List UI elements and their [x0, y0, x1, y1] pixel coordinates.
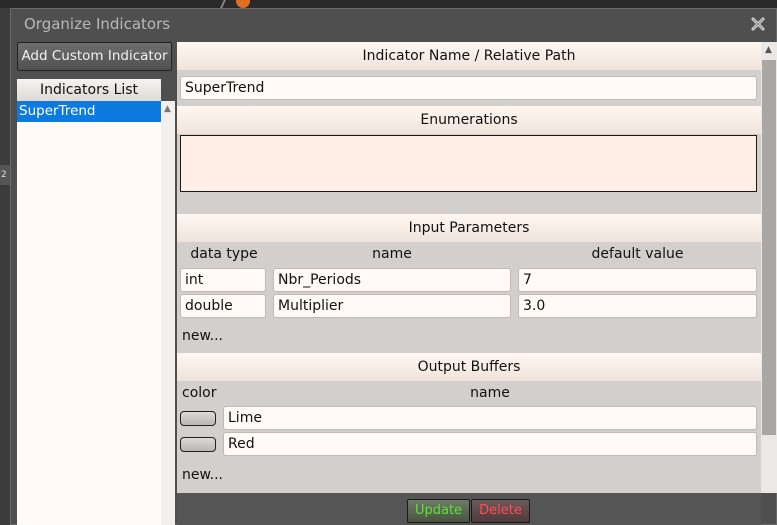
enumerations-header: Enumerations — [177, 106, 761, 134]
delete-button[interactable]: Delete — [471, 499, 530, 523]
param-name-field[interactable]: Nbr_Periods — [273, 268, 511, 292]
param-default-value-field[interactable]: 7 — [518, 268, 757, 292]
indicators-list: SuperTrend — [17, 101, 161, 525]
column-data-type: data type — [190, 246, 258, 262]
add-custom-indicator-button[interactable]: Add Custom Indicator — [17, 42, 172, 71]
column-default-value: default value — [591, 246, 684, 262]
indicators-list-scrollbar[interactable]: ▲ — [161, 101, 175, 525]
input-parameters-header: Input Parameters — [177, 214, 761, 242]
organize-indicators-dialog: Organize Indicators Add Custom Indicator… — [10, 8, 777, 525]
param-default-value-field[interactable]: 3.0 — [518, 294, 757, 318]
background-toolbar-strip — [0, 0, 777, 8]
indicator-name-header: Indicator Name / Relative Path — [177, 42, 761, 70]
indicators-list-header: Indicators List — [17, 79, 161, 101]
indicator-name-field[interactable]: SuperTrend — [180, 76, 757, 100]
buffer-name-field[interactable]: Lime — [223, 406, 757, 430]
param-data-type-field[interactable]: double — [180, 294, 266, 318]
scroll-up-icon[interactable]: ▲ — [765, 45, 772, 55]
editor-scrollbar[interactable]: ▲ — [761, 42, 777, 493]
list-item-supertrend[interactable]: SuperTrend — [17, 101, 161, 122]
dialog-title: Organize Indicators — [24, 15, 171, 33]
scrollbar-thumb[interactable] — [762, 60, 776, 435]
param-name-field[interactable]: Multiplier — [273, 294, 511, 318]
buffer-name-field[interactable]: Red — [223, 432, 757, 456]
column-buffer-name: name — [470, 385, 510, 401]
buffer-color-swatch[interactable] — [180, 411, 216, 426]
param-data-type-field[interactable]: int — [180, 268, 266, 292]
dialog-footer: Update Delete — [177, 493, 761, 525]
indicator-editor-panel: Indicator Name / Relative Path SuperTren… — [177, 42, 761, 493]
enumerations-field[interactable] — [180, 135, 757, 192]
output-buffers-header: Output Buffers — [177, 353, 761, 381]
new-parameter-link[interactable]: new... — [182, 328, 223, 344]
column-name: name — [372, 246, 412, 262]
new-buffer-link[interactable]: new... — [182, 467, 223, 483]
buffer-color-swatch[interactable] — [180, 437, 216, 452]
scroll-up-icon[interactable]: ▲ — [164, 105, 172, 114]
column-color: color — [182, 385, 217, 401]
close-icon[interactable] — [750, 16, 766, 32]
update-button[interactable]: Update — [407, 499, 470, 523]
